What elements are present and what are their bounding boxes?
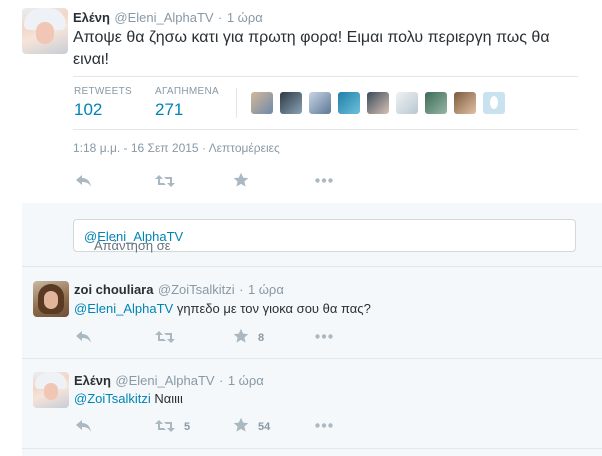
reply-header: Ελένη @Eleni_AlphaTV · 1 ώρα — [74, 372, 264, 390]
reply-text: @ZoiTsalkitzi Ναιιιι — [74, 391, 183, 406]
author-handle[interactable]: @Eleni_AlphaTV — [114, 10, 213, 25]
header-separator: · — [218, 10, 223, 25]
reply-icon[interactable] — [75, 174, 93, 188]
favoriter-avatar[interactable] — [454, 92, 476, 114]
favoriter-avatar[interactable] — [280, 92, 302, 114]
retweets-label: RETWEETS — [74, 86, 132, 97]
avatar[interactable] — [33, 281, 69, 317]
retweet-icon[interactable] — [155, 330, 175, 344]
favorite-count: 8 — [258, 332, 265, 344]
divider — [73, 129, 578, 130]
author-name[interactable]: Ελένη — [74, 373, 111, 388]
reply-header: zoi chouliara @ZoiTsalkitzi · 1 ώρα — [74, 281, 284, 299]
favoriter-avatar[interactable] — [367, 92, 389, 114]
author-handle[interactable]: @ZoiTsalkitzi — [158, 282, 235, 297]
divider — [22, 266, 602, 267]
retweets-count[interactable]: 102 — [74, 100, 102, 120]
more-icon[interactable] — [315, 334, 333, 339]
reply-input[interactable]: Απάντηση σε @Eleni_AlphaTV — [73, 219, 576, 253]
more-icon[interactable] — [315, 423, 333, 428]
reply-icon[interactable] — [75, 330, 93, 344]
divider — [22, 358, 602, 359]
star-icon[interactable] — [233, 328, 249, 344]
tweet-time[interactable]: 1 ώρα — [248, 282, 284, 297]
favoriter-avatar[interactable] — [338, 92, 360, 114]
details-link[interactable]: Λεπτομέρειες — [209, 141, 280, 155]
star-icon[interactable] — [233, 172, 249, 188]
divider — [73, 76, 578, 77]
header-separator: · — [239, 282, 244, 297]
divider — [22, 448, 602, 449]
tweet-time[interactable]: 1 ώρα — [227, 10, 263, 25]
favorites-label: ΑΓΑΠΗΜΕΝΑ — [155, 86, 219, 97]
author-handle[interactable]: @Eleni_AlphaTV — [115, 373, 214, 388]
mention-link[interactable]: @ZoiTsalkitzi — [74, 391, 151, 406]
tweet-text: Αποψε θα ζησω κατι για πρωτη φορα! Ειμαι… — [73, 29, 550, 68]
avatar[interactable] — [33, 372, 69, 408]
tweet-timestamp-row: 1:18 μ.μ. - 16 Σεπ 2015 · Λεπτομέρειες — [73, 141, 280, 155]
favoriter-avatar[interactable] — [396, 92, 418, 114]
retweet-count: 5 — [184, 421, 191, 433]
favoriter-avatar[interactable] — [483, 92, 505, 114]
favoriter-avatar[interactable] — [251, 92, 273, 114]
author-name[interactable]: zoi chouliara — [74, 282, 153, 297]
favorites-count[interactable]: 271 — [155, 100, 183, 120]
author-name[interactable]: Ελένη — [73, 10, 110, 25]
favoriter-avatar[interactable] — [425, 92, 447, 114]
tweet-time[interactable]: 1 ώρα — [228, 373, 264, 388]
favoriter-avatar[interactable] — [309, 92, 331, 114]
tweet-timestamp: 1:18 μ.μ. - 16 Σεπ 2015 — [73, 141, 199, 155]
more-icon[interactable] — [315, 178, 333, 183]
retweet-icon[interactable] — [155, 419, 175, 433]
tweet-header: Ελένη @Eleni_AlphaTV · 1 ώρα — [73, 9, 263, 27]
star-icon[interactable] — [233, 417, 249, 433]
stats-divider — [236, 88, 237, 118]
header-separator: · — [219, 373, 224, 388]
reply-text: @Eleni_AlphaTV γηπεδο με τον γιοκα σου θ… — [74, 301, 371, 316]
reply-placeholder: Απάντηση σε @Eleni_AlphaTV — [84, 229, 184, 253]
avatar[interactable] — [22, 8, 68, 54]
reply-icon[interactable] — [75, 419, 93, 433]
mention-link[interactable]: @Eleni_AlphaTV — [74, 301, 173, 316]
favorite-count: 54 — [258, 421, 271, 433]
retweet-icon[interactable] — [155, 174, 175, 188]
